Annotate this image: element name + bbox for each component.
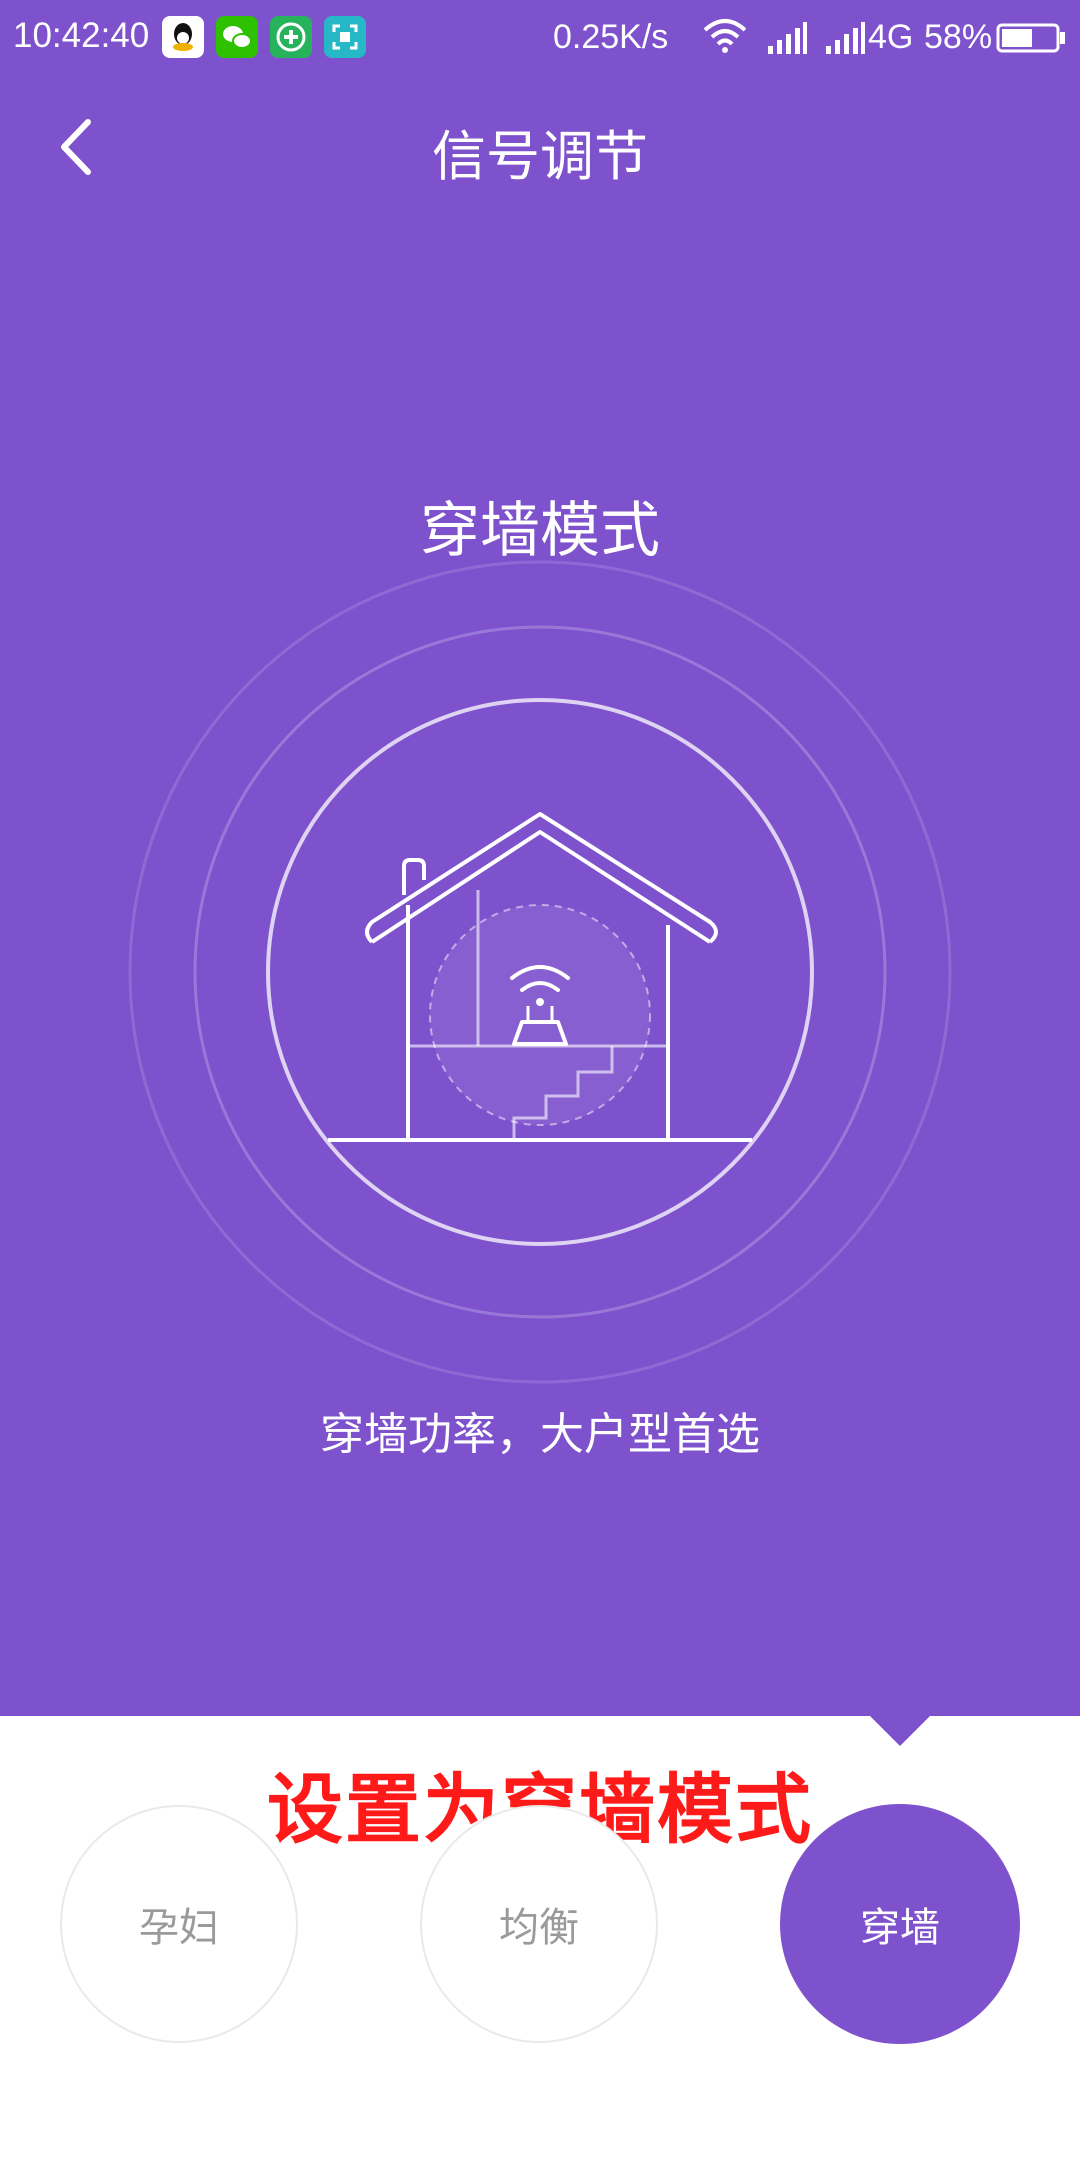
signal-icon-2	[824, 20, 866, 58]
wifi-icon	[702, 18, 748, 58]
page-title: 信号调节	[432, 125, 648, 188]
signal-panel: 10:42:40 0.25K/s 4G 58% 信号调节 穿墙模式 穿墙功率，大…	[0, 0, 1080, 1716]
battery-percent: 58%	[924, 18, 993, 56]
green-plus-app-icon	[270, 16, 312, 58]
mode-description: 穿墙功率，大户型首选	[320, 1409, 760, 1460]
battery-icon	[996, 22, 1066, 58]
mode-button-balanced[interactable]: 均衡	[420, 1805, 658, 2043]
signal-icon	[766, 20, 808, 58]
mode-button-pregnant[interactable]: 孕妇	[60, 1805, 298, 2043]
status-time: 10:42:40	[13, 16, 150, 55]
scan-app-icon	[324, 16, 366, 58]
wechat-icon	[216, 16, 258, 58]
active-mode-pointer	[870, 1716, 930, 1746]
status-bar: 10:42:40 0.25K/s 4G 58%	[0, 0, 1080, 76]
net-speed: 0.25K/s	[553, 18, 669, 56]
house-router-icon	[128, 560, 952, 1384]
mode-button-wall-penetration[interactable]: 穿墙	[780, 1804, 1020, 2044]
qq-icon	[162, 16, 204, 58]
network-type: 4G	[868, 18, 914, 56]
